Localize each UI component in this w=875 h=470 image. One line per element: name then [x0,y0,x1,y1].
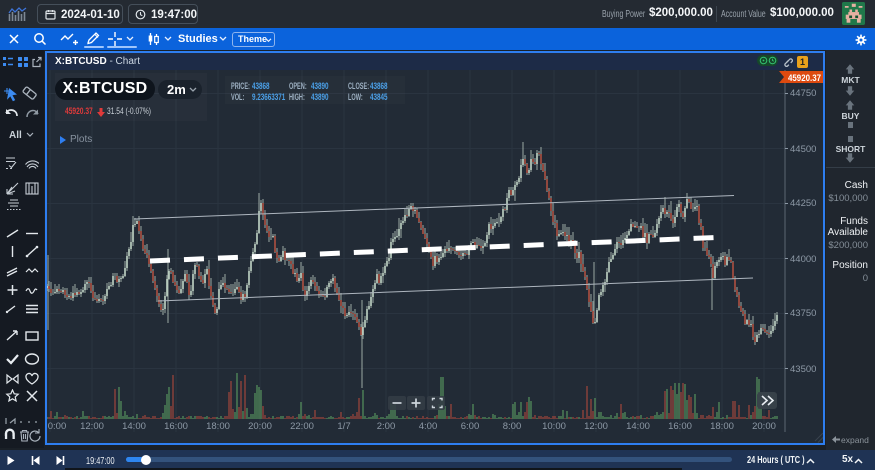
svg-text:10:00: 10:00 [542,421,566,432]
svg-text:4:00: 4:00 [419,421,438,432]
svg-text:43750: 43750 [790,308,816,319]
svg-text:20:00: 20:00 [752,421,776,432]
svg-text:6:00: 6:00 [461,421,480,432]
svg-text:1/7: 1/7 [337,421,350,432]
svg-text:12:00: 12:00 [584,421,608,432]
svg-text:14:00: 14:00 [626,421,650,432]
svg-text:8:00: 8:00 [503,421,522,432]
svg-text:12:00: 12:00 [80,421,104,432]
svg-text:44000: 44000 [790,254,816,265]
svg-text:22:00: 22:00 [290,421,314,432]
svg-text:44500: 44500 [790,144,816,155]
svg-text:45920.37: 45920.37 [788,73,821,84]
svg-text:18:00: 18:00 [710,421,734,432]
svg-text:16:00: 16:00 [164,421,188,432]
svg-text:2:00: 2:00 [377,421,396,432]
svg-text:18:00: 18:00 [206,421,230,432]
svg-text:16:00: 16:00 [668,421,692,432]
svg-text:0:00: 0:00 [48,421,67,432]
svg-text:20:00: 20:00 [248,421,272,432]
svg-text:44250: 44250 [790,198,816,209]
svg-text:44750: 44750 [790,88,816,99]
svg-text:14:00: 14:00 [122,421,146,432]
svg-text:43500: 43500 [790,364,816,375]
